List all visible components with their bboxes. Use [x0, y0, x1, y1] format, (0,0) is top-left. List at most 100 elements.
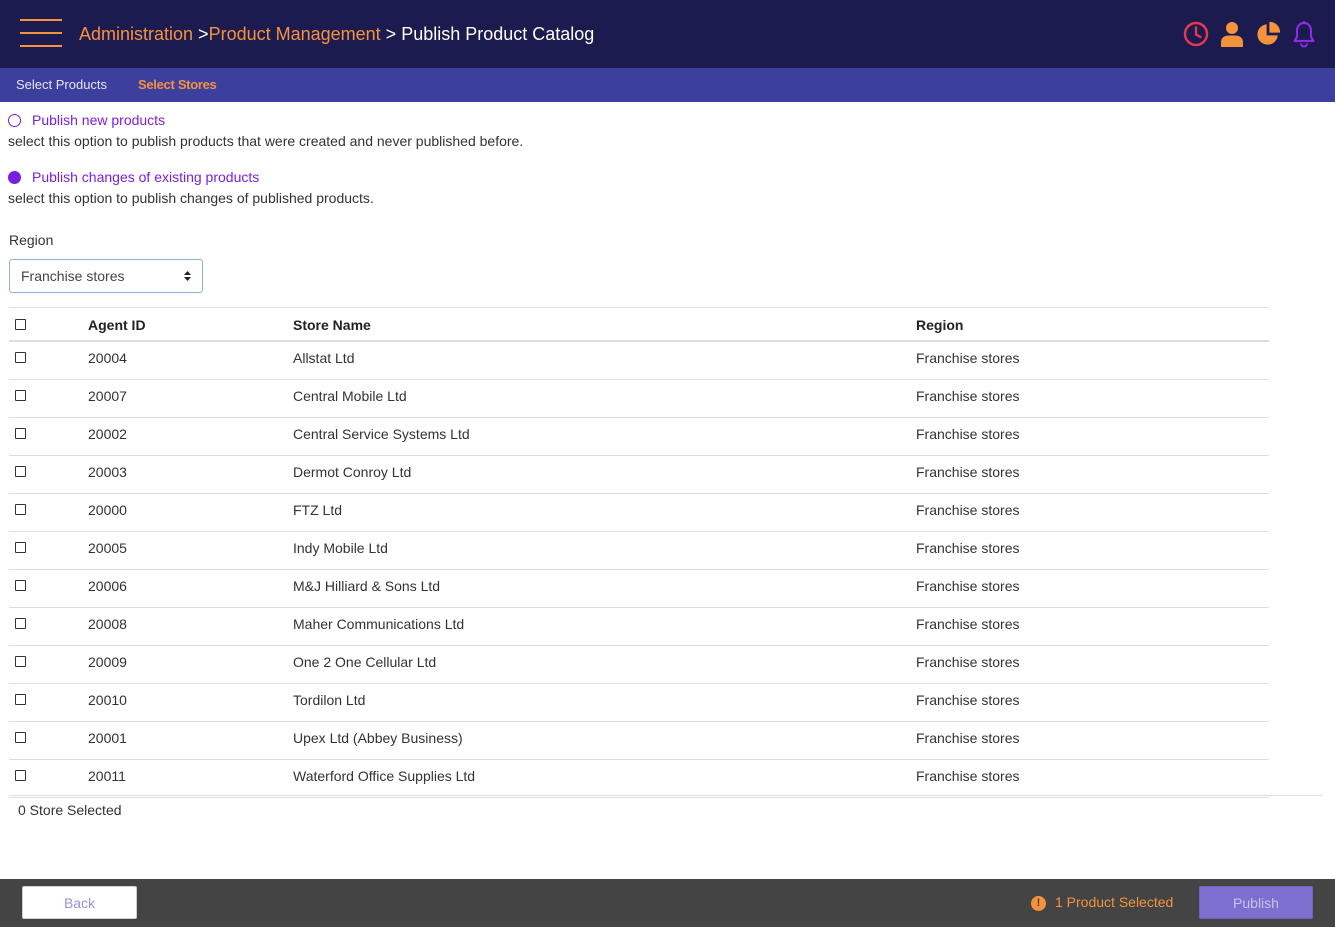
agent-id-cell: 20005: [88, 540, 127, 556]
option-publish-changes-description: select this option to publish changes of…: [8, 190, 374, 206]
table-row[interactable]: 20002 Central Service Systems Ltd Franchis…: [9, 418, 1269, 456]
table-row[interactable]: 20010 Tordilon Ltd Franchise stores: [9, 684, 1269, 722]
page-title: Publish Product Catalog: [401, 24, 595, 44]
region-cell: Franchise stores: [916, 730, 1020, 746]
agent-id-cell: 20003: [88, 464, 127, 480]
products-selected-count: 1 Product Selected: [1055, 894, 1174, 910]
step-tab-bar: Select Products Select Stores: [0, 68, 1335, 102]
row-checkbox[interactable]: [15, 656, 26, 667]
breadcrumb-separator: >: [380, 24, 402, 44]
breadcrumb-product-management[interactable]: Product Management: [209, 24, 381, 44]
table-divider: [9, 795, 1323, 796]
store-name-cell: Waterford Office Supplies Ltd: [293, 768, 476, 784]
row-checkbox[interactable]: [15, 694, 26, 705]
tab-select-products[interactable]: Select Products: [16, 77, 107, 93]
row-checkbox[interactable]: [15, 390, 26, 401]
breadcrumb: Administration >Product Management > Pub…: [79, 22, 594, 46]
region-cell: Franchise stores: [916, 426, 1020, 442]
store-name-cell: One 2 One Cellular Ltd: [293, 654, 437, 670]
store-name-cell: Central Service Systems Ltd: [293, 426, 470, 442]
agent-id-cell: 20010: [88, 692, 127, 708]
agent-id-cell: 20011: [88, 768, 126, 784]
store-name-cell: Upex Ltd (Abbey Business): [293, 730, 463, 746]
table-row[interactable]: 20007 Central Mobile Ltd Franchise stores: [9, 380, 1269, 418]
option-publish-changes-label[interactable]: Publish changes of existing products: [32, 168, 259, 187]
option-publish-new-description: select this option to publish products t…: [8, 133, 524, 149]
region-cell: Franchise stores: [916, 502, 1020, 518]
region-filter-label: Region: [9, 232, 54, 248]
select-all-checkbox[interactable]: [15, 319, 26, 330]
option-publish-new-label[interactable]: Publish new products: [32, 111, 165, 130]
table-row[interactable]: 20008 Maher Communications Ltd Franchise s…: [9, 608, 1269, 646]
agent-id-cell: 20002: [88, 426, 127, 442]
table-header: Agent ID Store Name Region: [9, 307, 1269, 342]
column-header-store-name[interactable]: Store Name: [293, 317, 371, 333]
region-select[interactable]: Franchise stores: [9, 259, 203, 293]
top-header: Administration >Product Management > Pub…: [0, 0, 1335, 68]
agent-id-cell: 20009: [88, 654, 127, 670]
store-name-cell: Allstat Ltd: [293, 350, 355, 366]
agent-id-cell: 20004: [88, 350, 127, 366]
user-icon[interactable]: [1219, 20, 1245, 48]
select-arrows-icon: [184, 271, 191, 281]
table-row[interactable]: 20001 Upex Ltd (Abbey Business) Franchise …: [9, 722, 1269, 760]
region-cell: Franchise stores: [916, 464, 1020, 480]
header-icon-group: [1183, 19, 1317, 49]
breadcrumb-administration[interactable]: Administration: [79, 24, 193, 44]
radio-publish-new[interactable]: [8, 114, 21, 127]
clock-icon[interactable]: [1183, 20, 1209, 48]
table-row[interactable]: 20009 One 2 One Cellular Ltd Franchise sto…: [9, 646, 1269, 684]
row-checkbox[interactable]: [15, 732, 26, 743]
table-row[interactable]: 20004 Allstat Ltd Franchise stores: [9, 342, 1269, 380]
region-cell: Franchise stores: [916, 616, 1020, 632]
row-checkbox[interactable]: [15, 352, 26, 363]
row-checkbox[interactable]: [15, 618, 26, 629]
row-checkbox[interactable]: [15, 428, 26, 439]
row-checkbox[interactable]: [15, 580, 26, 591]
table-row[interactable]: 20000 FTZ Ltd Franchise stores: [9, 494, 1269, 532]
row-checkbox[interactable]: [15, 466, 26, 477]
store-name-cell: Maher Communications Ltd: [293, 616, 465, 632]
row-checkbox[interactable]: [15, 770, 26, 781]
row-checkbox[interactable]: [15, 542, 26, 553]
tab-select-stores[interactable]: Select Stores: [138, 77, 217, 93]
store-name-cell: M&J Hilliard & Sons Ltd: [293, 578, 441, 594]
pie-chart-icon[interactable]: [1255, 20, 1281, 48]
region-cell: Franchise stores: [916, 578, 1020, 594]
table-body: 20004 Allstat Ltd Franchise stores 20007 Cen…: [9, 342, 1269, 798]
bell-icon[interactable]: [1291, 20, 1317, 48]
store-name-cell: Tordilon Ltd: [293, 692, 366, 708]
hamburger-menu-icon[interactable]: [20, 19, 62, 47]
table-row[interactable]: 20005 Indy Mobile Ltd Franchise stores: [9, 532, 1269, 570]
region-cell: Franchise stores: [916, 768, 1020, 784]
warning-icon: !: [1031, 896, 1046, 911]
stores-table: Agent ID Store Name Region 20004 Allstat …: [9, 307, 1269, 798]
store-name-cell: Indy Mobile Ltd: [293, 540, 388, 556]
region-select-value: Franchise stores: [21, 268, 125, 284]
agent-id-cell: 20000: [88, 502, 127, 518]
table-row[interactable]: 20011 Waterford Office Supplies Ltd Franch…: [9, 760, 1269, 798]
store-selected-count: 0 Store Selected: [18, 802, 122, 818]
radio-publish-changes[interactable]: [8, 171, 21, 184]
store-name-cell: Dermot Conroy Ltd: [293, 464, 412, 480]
region-cell: Franchise stores: [916, 350, 1020, 366]
region-cell: Franchise stores: [916, 388, 1020, 404]
region-cell: Franchise stores: [916, 540, 1020, 556]
publish-button[interactable]: Publish: [1199, 886, 1313, 919]
table-row[interactable]: 20006 M&J Hilliard & Sons Ltd Franchise st…: [9, 570, 1269, 608]
footer-bar: Back ! 1 Product Selected Publish: [0, 879, 1335, 927]
agent-id-cell: 20001: [88, 730, 127, 746]
store-name-cell: FTZ Ltd: [293, 502, 343, 518]
row-checkbox[interactable]: [15, 504, 26, 515]
column-header-region[interactable]: Region: [916, 317, 963, 333]
agent-id-cell: 20006: [88, 578, 127, 594]
back-button[interactable]: Back: [22, 886, 137, 919]
agent-id-cell: 20007: [88, 388, 127, 404]
breadcrumb-separator: >: [193, 24, 209, 44]
region-cell: Franchise stores: [916, 692, 1020, 708]
region-cell: Franchise stores: [916, 654, 1020, 670]
column-header-agent-id[interactable]: Agent ID: [88, 317, 146, 333]
table-row[interactable]: 20003 Dermot Conroy Ltd Franchise stores: [9, 456, 1269, 494]
store-name-cell: Central Mobile Ltd: [293, 388, 407, 404]
agent-id-cell: 20008: [88, 616, 127, 632]
